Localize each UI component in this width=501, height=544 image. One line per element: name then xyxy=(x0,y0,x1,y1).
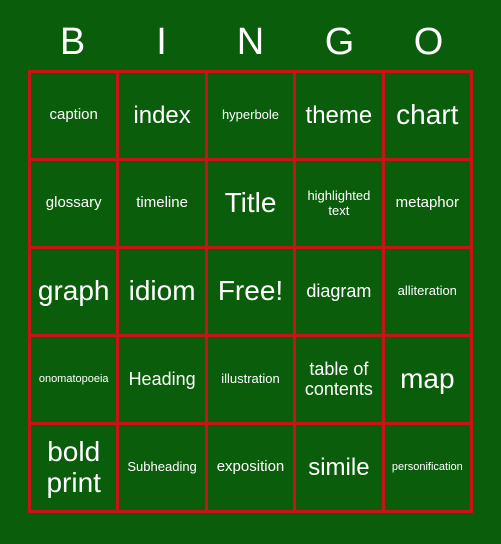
bingo-cell[interactable]: theme xyxy=(296,73,385,161)
bingo-cell[interactable]: hyperbole xyxy=(207,73,297,161)
bingo-cell-label: index xyxy=(133,101,191,129)
header-letter-n: N xyxy=(236,21,265,63)
bingo-cell-label: idiom xyxy=(128,275,196,307)
bingo-cell-free[interactable]: Free! xyxy=(207,249,297,337)
bingo-cell-label: hyperbole xyxy=(221,107,280,123)
bingo-cell[interactable]: Title xyxy=(207,161,297,249)
bingo-cell-label: Title xyxy=(224,187,277,219)
bingo-cell[interactable]: table of contents xyxy=(296,337,385,425)
bingo-cell[interactable]: metaphor xyxy=(384,161,473,249)
bingo-cell-label: Heading xyxy=(128,368,196,389)
bingo-cell[interactable]: simile xyxy=(296,425,385,513)
bingo-cell-label: personification xyxy=(391,460,463,473)
bingo-cell[interactable]: map xyxy=(384,337,473,425)
bingo-cell-label: metaphor xyxy=(395,194,459,212)
bingo-cell-label: theme xyxy=(305,101,373,129)
bingo-cell[interactable]: highlighted text xyxy=(296,161,385,249)
bingo-cell[interactable]: illustration xyxy=(207,337,297,425)
bingo-grid: caption index hyperbole theme chart glos… xyxy=(28,70,473,513)
bingo-cell[interactable]: personification xyxy=(384,425,473,513)
bingo-cell-label: timeline xyxy=(136,194,188,212)
header-letter-i: I xyxy=(156,21,167,63)
bingo-cell[interactable]: bold print xyxy=(31,425,120,513)
bingo-cell[interactable]: timeline xyxy=(119,161,208,249)
bingo-cell[interactable]: chart xyxy=(384,73,473,161)
bingo-cell[interactable]: exposition xyxy=(207,425,297,513)
bingo-cell[interactable]: graph xyxy=(31,249,120,337)
bingo-cell-label: chart xyxy=(396,99,459,131)
bingo-cell-label: alliteration xyxy=(397,283,457,299)
bingo-cell[interactable]: diagram xyxy=(296,249,385,337)
bingo-cell-label: Subheading xyxy=(127,459,197,475)
bingo-cell[interactable]: Heading xyxy=(119,337,208,425)
bingo-header: B I N G O xyxy=(28,14,473,70)
bingo-cell-label: diagram xyxy=(306,280,372,301)
bingo-cell-label: caption xyxy=(49,106,98,124)
bingo-cell[interactable]: caption xyxy=(31,73,120,161)
bingo-cell-label: simile xyxy=(308,453,370,481)
bingo-cell[interactable]: Subheading xyxy=(119,425,208,513)
bingo-card: B I N G O caption index hyperbole theme … xyxy=(0,0,501,544)
bingo-cell-label: map xyxy=(400,363,455,395)
bingo-cell[interactable]: idiom xyxy=(119,249,208,337)
bingo-cell[interactable]: onomatopoeia xyxy=(31,337,120,425)
header-letter-g: G xyxy=(324,21,355,63)
header-letter-b: B xyxy=(59,21,86,63)
bingo-cell-label: graph xyxy=(37,275,110,307)
bingo-cell[interactable]: index xyxy=(119,73,208,161)
bingo-cell-label: glossary xyxy=(45,194,102,212)
bingo-cell-label: onomatopoeia xyxy=(38,372,109,385)
header-letter-o: O xyxy=(413,21,444,63)
bingo-cell-label: Free! xyxy=(217,275,284,307)
bingo-cell[interactable]: alliteration xyxy=(384,249,473,337)
bingo-cell-label: table of contents xyxy=(304,359,373,399)
bingo-cell[interactable]: glossary xyxy=(31,161,120,249)
bingo-cell-label: bold print xyxy=(46,436,101,498)
bingo-cell-label: illustration xyxy=(221,371,280,387)
bingo-cell-label: exposition xyxy=(216,458,285,476)
bingo-cell-label: highlighted text xyxy=(307,188,371,218)
